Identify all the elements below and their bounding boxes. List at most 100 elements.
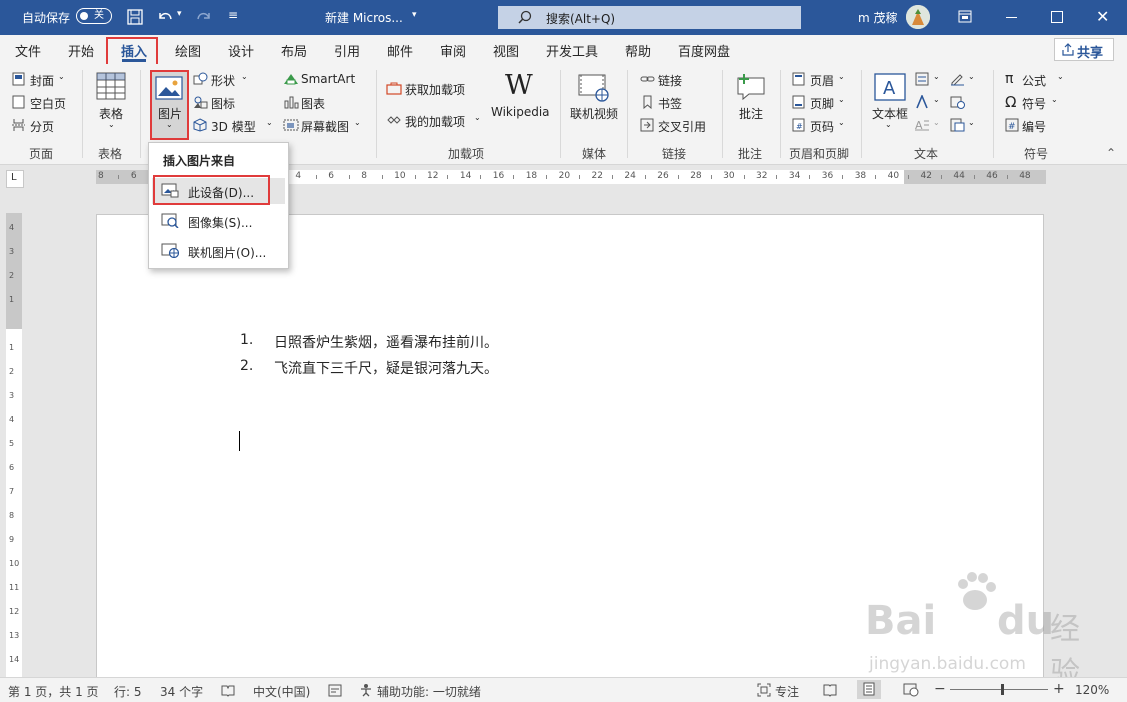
accessibility-icon[interactable] [359, 683, 373, 697]
close-icon[interactable]: ✕ [1096, 7, 1109, 26]
undo-icon[interactable] [156, 9, 174, 25]
share-button[interactable]: 共享 [1054, 38, 1114, 61]
undo-dropdown-icon[interactable]: ▾ [177, 9, 182, 19]
tab-references[interactable]: 引用 [334, 41, 360, 60]
user-name[interactable]: m 茂稼 [858, 9, 898, 26]
zoom-slider-thumb[interactable] [1001, 684, 1005, 695]
tab-baidu-netdisk[interactable]: 百度网盘 [678, 41, 730, 60]
equation-dropdown-icon[interactable]: ⌄ [1057, 72, 1064, 81]
language[interactable]: 中文(中国) [253, 683, 310, 700]
new-comment-button[interactable]: 批注 [739, 105, 763, 122]
icons-button[interactable]: 图标 [211, 95, 235, 112]
3d-model-button[interactable]: 3D 模型 [211, 118, 256, 135]
screenshot-icon [283, 119, 299, 131]
object-dropdown-icon[interactable]: ⌄ [968, 118, 975, 127]
ruler-number: 8 [98, 171, 104, 181]
cover-page-button[interactable]: 封面 [30, 72, 54, 89]
table-dropdown-icon[interactable]: ⌄ [108, 120, 115, 129]
header-button[interactable]: 页眉 [810, 72, 834, 89]
textbox-icon: A [874, 73, 906, 101]
zoom-out-icon[interactable]: − [934, 681, 946, 697]
tab-view[interactable]: 视图 [493, 41, 519, 60]
proofing-icon[interactable] [221, 684, 235, 697]
header-dropdown-icon[interactable]: ⌄ [838, 72, 845, 81]
print-layout-button[interactable] [857, 680, 881, 699]
focus-icon[interactable] [757, 683, 771, 697]
menu-item-online-pictures[interactable]: 联机图片(O)... [152, 238, 285, 264]
page-number-dropdown-icon[interactable]: ⌄ [838, 118, 845, 127]
date-time-icon [950, 96, 965, 109]
chart-button[interactable]: 图表 [301, 95, 325, 112]
symbol-button[interactable]: 符号 [1022, 95, 1046, 112]
zoom-level[interactable]: 120% [1075, 683, 1109, 697]
tab-review[interactable]: 审阅 [440, 41, 466, 60]
cover-dropdown-icon[interactable]: ⌄ [58, 72, 65, 81]
tab-developer[interactable]: 开发工具 [546, 41, 598, 60]
tab-file[interactable]: 文件 [15, 41, 41, 60]
my-addins-button[interactable]: 我的加载项 [405, 113, 465, 130]
textbox-dropdown-icon[interactable]: ⌄ [885, 120, 892, 129]
redo-icon[interactable] [195, 9, 213, 25]
tab-selector[interactable]: L [6, 170, 24, 188]
page-number-button[interactable]: 页码 [810, 118, 834, 135]
link-button[interactable]: 链接 [658, 72, 682, 89]
search-box[interactable]: 搜索(Alt+Q) [498, 6, 801, 29]
list-item-text[interactable]: 日照香炉生紫烟，遥看瀑布挂前川。 [274, 332, 498, 352]
focus-button[interactable]: 专注 [775, 683, 799, 700]
minimize-icon[interactable] [1006, 17, 1017, 18]
tab-help[interactable]: 帮助 [625, 41, 651, 60]
symbol-dropdown-icon[interactable]: ⌄ [1051, 95, 1058, 104]
wikipedia-button[interactable]: Wikipedia [491, 105, 550, 119]
cover-page-icon [12, 72, 25, 86]
footer-dropdown-icon[interactable]: ⌄ [838, 95, 845, 104]
screenshot-button[interactable]: 屏幕截图 [301, 118, 349, 135]
maximize-icon[interactable] [1051, 11, 1063, 23]
line-number[interactable]: 行: 5 [114, 683, 142, 700]
tab-mailings[interactable]: 邮件 [387, 41, 413, 60]
signature-dropdown-icon[interactable]: ⌄ [968, 72, 975, 81]
save-icon[interactable] [127, 9, 143, 25]
shapes-dropdown-icon[interactable]: ⌄ [241, 72, 248, 81]
shapes-button[interactable]: 形状 [211, 72, 235, 89]
number-button[interactable]: 编号 [1022, 118, 1046, 135]
ribbon-display-icon[interactable] [958, 10, 972, 23]
smartart-icon [284, 74, 298, 85]
text-predictions-icon[interactable] [328, 684, 342, 697]
vertical-ruler[interactable]: 4 3 2 1 1 2 3 4 5 6 7 8 9 10 11 12 13 14 [6, 213, 22, 678]
autosave-toggle[interactable]: 关 [76, 8, 112, 24]
accessibility-status[interactable]: 辅助功能: 一切就绪 [377, 683, 481, 700]
zoom-slider-track[interactable] [950, 689, 1048, 690]
collapse-ribbon-icon[interactable]: ⌃ [1106, 146, 1116, 160]
word-count[interactable]: 34 个字 [160, 683, 203, 700]
drop-cap-dropdown-icon[interactable]: ⌄ [933, 118, 940, 127]
read-mode-icon[interactable] [823, 683, 837, 697]
smartart-button[interactable]: SmartArt [301, 72, 355, 86]
menu-item-stock-images[interactable]: 图像集(S)... [152, 208, 285, 234]
page-break-button[interactable]: 分页 [30, 118, 54, 135]
tab-home[interactable]: 开始 [68, 41, 94, 60]
document-title[interactable]: 新建 Micros... [325, 9, 403, 26]
get-addins-button[interactable]: 获取加载项 [405, 81, 465, 98]
equation-button[interactable]: 公式 [1022, 72, 1046, 89]
3d-model-dropdown-icon[interactable]: ⌄ [266, 118, 273, 127]
avatar[interactable] [906, 5, 930, 29]
wordart-dropdown-icon[interactable]: ⌄ [933, 95, 940, 104]
tab-layout[interactable]: 布局 [281, 41, 307, 60]
ribbon-tabs: 文件 开始 插入 绘图 设计 布局 引用 邮件 审阅 视图 开发工具 帮助 百度… [0, 35, 1127, 64]
list-item-text[interactable]: 飞流直下三千尺，疑是银河落九天。 [274, 358, 498, 378]
cross-reference-button[interactable]: 交叉引用 [658, 118, 706, 135]
page-count[interactable]: 第 1 页，共 1 页 [8, 683, 99, 700]
title-dropdown-icon[interactable]: ▾ [412, 10, 417, 20]
zoom-in-icon[interactable]: + [1053, 681, 1065, 697]
web-layout-icon[interactable] [903, 683, 919, 697]
screenshot-dropdown-icon[interactable]: ⌄ [354, 118, 361, 127]
my-addins-dropdown-icon[interactable]: ⌄ [474, 113, 481, 122]
bookmark-button[interactable]: 书签 [658, 95, 682, 112]
tab-draw[interactable]: 绘图 [175, 41, 201, 60]
quick-parts-dropdown-icon[interactable]: ⌄ [933, 72, 940, 81]
footer-button[interactable]: 页脚 [810, 95, 834, 112]
customize-toolbar-icon[interactable]: ≡ [228, 8, 238, 22]
blank-page-button[interactable]: 空白页 [30, 95, 66, 112]
tab-design[interactable]: 设计 [228, 41, 254, 60]
online-video-button[interactable]: 联机视频 [570, 105, 618, 122]
